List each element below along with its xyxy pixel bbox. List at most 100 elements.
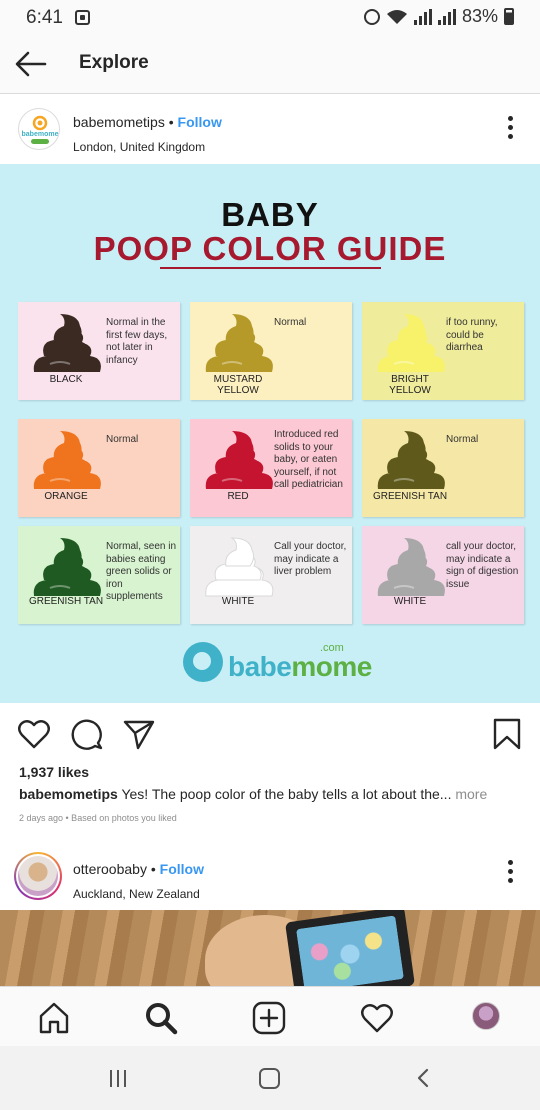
post-username-line: otteroobaby • Follow	[73, 861, 204, 877]
post-image-2[interactable]	[0, 910, 540, 986]
username[interactable]: otteroobaby	[73, 861, 147, 877]
card-label: WHITE	[393, 596, 427, 607]
card-label: GREENISH TAN	[28, 596, 104, 607]
card-note: Normal	[106, 434, 139, 445]
card-label: RED	[227, 491, 249, 502]
card-note: call your doctor, may indicate a sign of…	[446, 541, 519, 590]
color-card: call your doctor, may indicate a sign of…	[362, 526, 524, 624]
profile-avatar[interactable]	[472, 1002, 500, 1030]
status-time: 6:41	[26, 7, 63, 28]
poop-icon	[377, 538, 445, 596]
post-meta: 2 days ago • Based on photos you liked	[19, 813, 177, 823]
card-note: Normal, seen in babies eating green soli…	[106, 541, 177, 603]
color-card: Normal, seen in babies eating green soli…	[18, 526, 180, 624]
more-options-icon[interactable]	[506, 116, 514, 142]
card-label: WHITE	[221, 596, 255, 607]
color-card: Call your doctor, may indicate a liver p…	[190, 526, 352, 624]
post-caption: babemometips Yes! The poop color of the …	[19, 786, 529, 802]
card-label: MUSTARD YELLOW	[213, 374, 263, 396]
system-nav-bar	[0, 1046, 540, 1110]
caption-text: Yes! The poop color of the baby tells a …	[121, 786, 452, 802]
svg-text:babemome: babemome	[22, 131, 59, 138]
avatar	[18, 856, 58, 896]
caption-username[interactable]: babemometips	[19, 786, 118, 802]
follow-button[interactable]: Follow	[178, 114, 222, 130]
activity-heart-icon[interactable]	[360, 1001, 394, 1035]
page-title: Explore	[79, 52, 149, 73]
card-note: Call your doctor, may indicate a liver p…	[274, 541, 347, 578]
separator: •	[150, 861, 156, 877]
separator: •	[168, 114, 174, 130]
post-location[interactable]: Auckland, New Zealand	[73, 887, 200, 901]
poop-icon	[205, 537, 274, 597]
comment-icon[interactable]	[70, 717, 104, 751]
color-card: Normal in the first few days, not later …	[18, 302, 180, 400]
username[interactable]: babemometips	[73, 114, 165, 130]
babemome-logo: babemome	[22, 115, 59, 144]
color-card: Normal GREENISH TAN	[362, 419, 524, 517]
search-icon[interactable]	[144, 1001, 178, 1035]
paper-plane-icon[interactable]	[122, 717, 156, 751]
brand-name-b: mome	[291, 651, 372, 682]
signal-icon	[413, 8, 432, 25]
heart-icon[interactable]	[17, 717, 51, 751]
battery-percent: 83%	[461, 6, 498, 26]
top-app-bar: Explore	[0, 36, 540, 94]
home-icon[interactable]	[37, 1001, 71, 1035]
battery-icon	[504, 8, 514, 25]
follow-button[interactable]: Follow	[160, 861, 204, 877]
wifi-icon	[386, 9, 407, 24]
poop-icon	[33, 314, 101, 372]
card-note: Normal	[446, 434, 479, 445]
infographic-title-line2: POOP COLOR GUIDE	[93, 230, 447, 267]
home-button-icon[interactable]	[259, 1068, 280, 1089]
more-options-icon[interactable]	[506, 860, 514, 886]
arrow-left-icon[interactable]	[14, 50, 48, 78]
avatar-story-ring[interactable]	[14, 852, 62, 900]
color-card: if too runny, could be diarrhea BRIGHT YE…	[362, 302, 524, 400]
color-card: Normal MUSTARD YELLOW	[190, 302, 352, 400]
status-icons: 83%	[363, 6, 514, 27]
post-actions	[0, 703, 540, 763]
title-underline	[160, 267, 381, 269]
post-header: babemome babemometips • Follow London, U…	[0, 96, 540, 164]
recents-icon[interactable]	[110, 1070, 126, 1087]
color-card: Introduced red solids to your baby, or e…	[190, 419, 352, 517]
poop-icon	[33, 431, 101, 489]
card-note: Introduced red solids to your baby, or e…	[274, 429, 343, 491]
post-header-2: otteroobaby • Follow Auckland, New Zeala…	[0, 840, 540, 910]
infographic-title-line1: BABY	[221, 196, 319, 233]
bottom-nav	[0, 986, 540, 1046]
post-location[interactable]: London, United Kingdom	[73, 140, 205, 154]
poop-icon	[377, 431, 445, 489]
card-label: GREENISH TAN	[372, 491, 448, 502]
notification-icon	[75, 10, 90, 25]
card-label: ORANGE	[44, 491, 88, 502]
signal-icon-2	[437, 8, 456, 25]
babemome-brand: .com babemome	[183, 642, 372, 684]
poop-icon	[33, 538, 101, 596]
caption-more-link[interactable]: more	[455, 786, 487, 802]
poop-icon	[205, 431, 273, 489]
card-note: if too runny, could be diarrhea	[446, 317, 498, 354]
add-post-icon[interactable]	[252, 1001, 286, 1035]
back-icon[interactable]	[414, 1068, 432, 1088]
brand-name-a: babe	[228, 651, 292, 682]
poop-icon	[205, 314, 273, 372]
avatar[interactable]: babemome	[18, 108, 60, 150]
post-username-line: babemometips • Follow	[73, 114, 222, 130]
card-note: Normal	[274, 317, 307, 328]
card-label: BLACK	[49, 374, 83, 385]
card-note: Normal in the first few days, not later …	[106, 317, 168, 366]
brand-name: babemome	[228, 651, 372, 683]
post-image[interactable]: BABY POOP COLOR GUIDE Normal in the firs…	[0, 164, 540, 703]
likes-count[interactable]: 1,937 likes	[19, 764, 89, 780]
color-card: Normal ORANGE	[18, 419, 180, 517]
card-label: BRIGHT YELLOW	[389, 374, 431, 396]
babemome-logo-icon	[183, 642, 223, 682]
alarm-icon	[363, 8, 380, 25]
poop-icon	[377, 314, 445, 372]
status-bar: 6:41 83%	[0, 0, 540, 36]
photo-device	[285, 910, 415, 986]
bookmark-icon[interactable]	[490, 717, 524, 751]
